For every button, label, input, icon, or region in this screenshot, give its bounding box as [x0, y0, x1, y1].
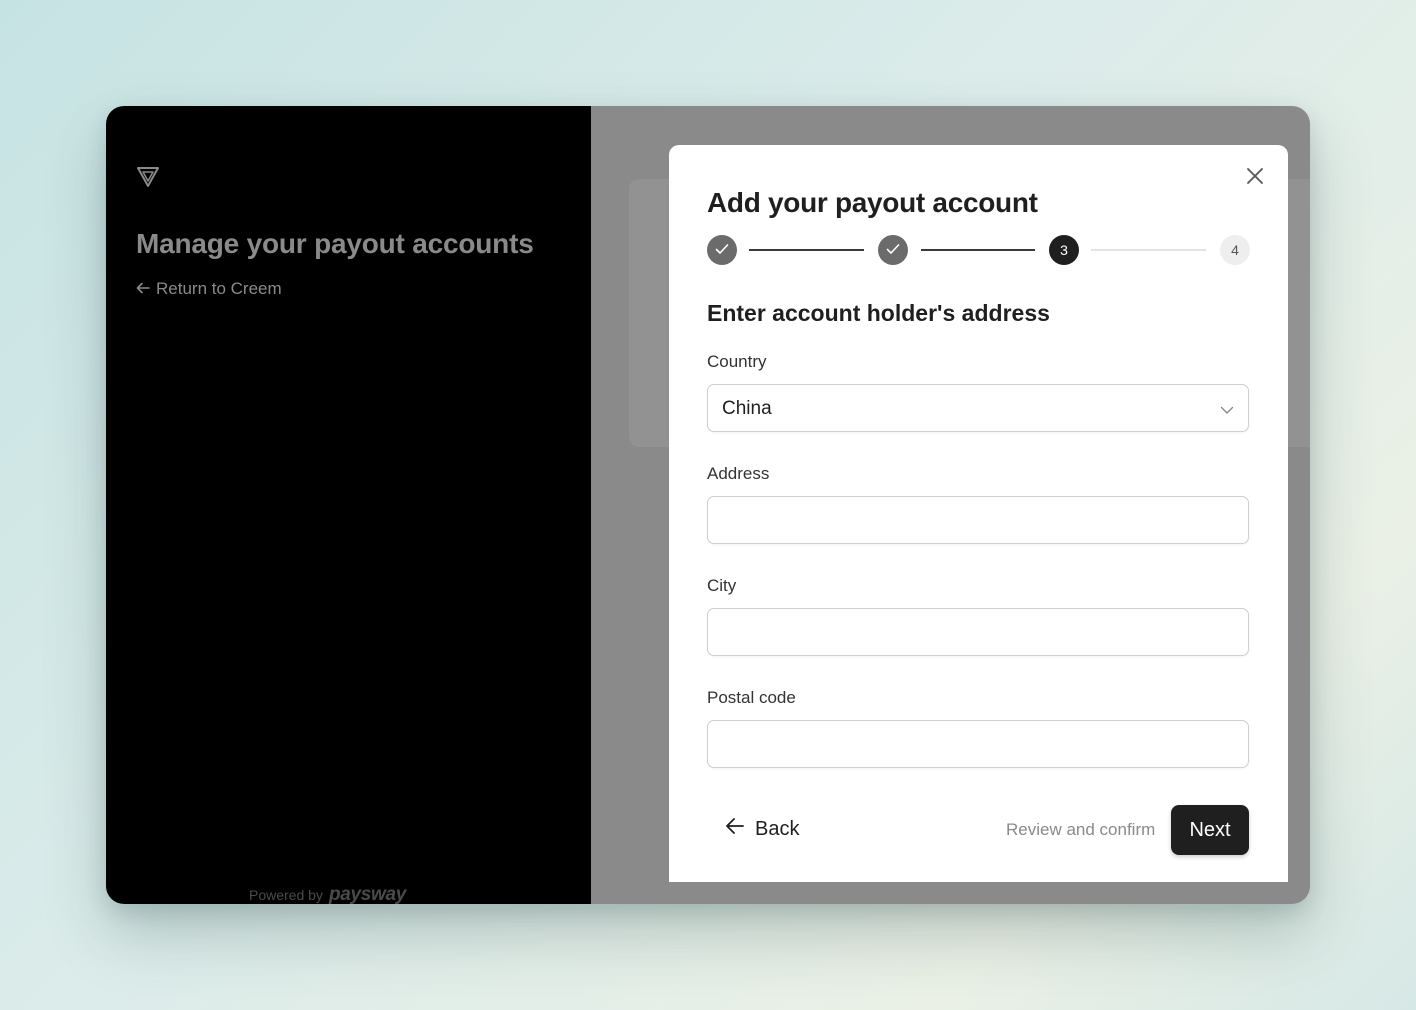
country-label: Country — [707, 352, 767, 371]
postal-code-label: Postal code — [707, 688, 796, 707]
next-button[interactable]: Next — [1171, 805, 1249, 855]
step-1 — [707, 235, 737, 265]
content-overlay: Add your payout account 3 4 Enter accoun… — [591, 106, 1310, 904]
step-connector — [749, 249, 864, 251]
return-link[interactable]: Return to Creem — [136, 279, 282, 299]
check-icon — [715, 242, 729, 258]
city-field[interactable] — [708, 609, 1248, 655]
modal-title: Add your payout account — [707, 187, 1038, 218]
back-button-label: Back — [755, 817, 800, 840]
payout-account-modal: Add your payout account 3 4 Enter accoun… — [669, 145, 1288, 882]
address-field-box — [707, 496, 1249, 544]
powered-by: Powered by paysway — [249, 884, 406, 904]
postal-code-field-box — [707, 720, 1249, 768]
stepper: 3 4 — [707, 235, 1250, 265]
address-label: Address — [707, 464, 770, 483]
step-connector — [921, 249, 1035, 251]
sidebar-title: Manage your payout accounts — [136, 228, 534, 259]
address-field[interactable] — [708, 497, 1248, 543]
triangle-logo-icon — [136, 166, 160, 188]
step-2 — [878, 235, 908, 265]
close-button[interactable] — [1242, 165, 1268, 191]
back-button[interactable]: Back — [725, 817, 799, 841]
step-connector — [1091, 249, 1206, 251]
check-icon — [886, 242, 900, 258]
country-select-value: China — [722, 398, 772, 419]
close-icon — [1246, 167, 1264, 190]
section-title: Enter account holder's address — [707, 300, 1050, 326]
city-field-box — [707, 608, 1249, 656]
city-label: City — [707, 576, 737, 595]
step-3: 3 — [1049, 235, 1079, 265]
step-4: 4 — [1220, 235, 1250, 265]
postal-code-field[interactable] — [708, 721, 1248, 767]
powered-by-label: Powered by — [249, 887, 323, 903]
arrow-left-icon — [725, 817, 745, 841]
return-link-label: Return to Creem — [156, 279, 282, 298]
next-step-hint: Review and confirm — [1006, 820, 1156, 839]
chevron-down-icon — [1220, 402, 1234, 420]
arrow-left-icon — [136, 279, 150, 299]
sidebar: Manage your payout accounts Return to Cr… — [106, 106, 591, 904]
app-window: Manage your payout accounts Return to Cr… — [106, 106, 1310, 904]
powered-by-brand: paysway — [328, 884, 407, 904]
country-select[interactable]: China — [707, 384, 1249, 432]
